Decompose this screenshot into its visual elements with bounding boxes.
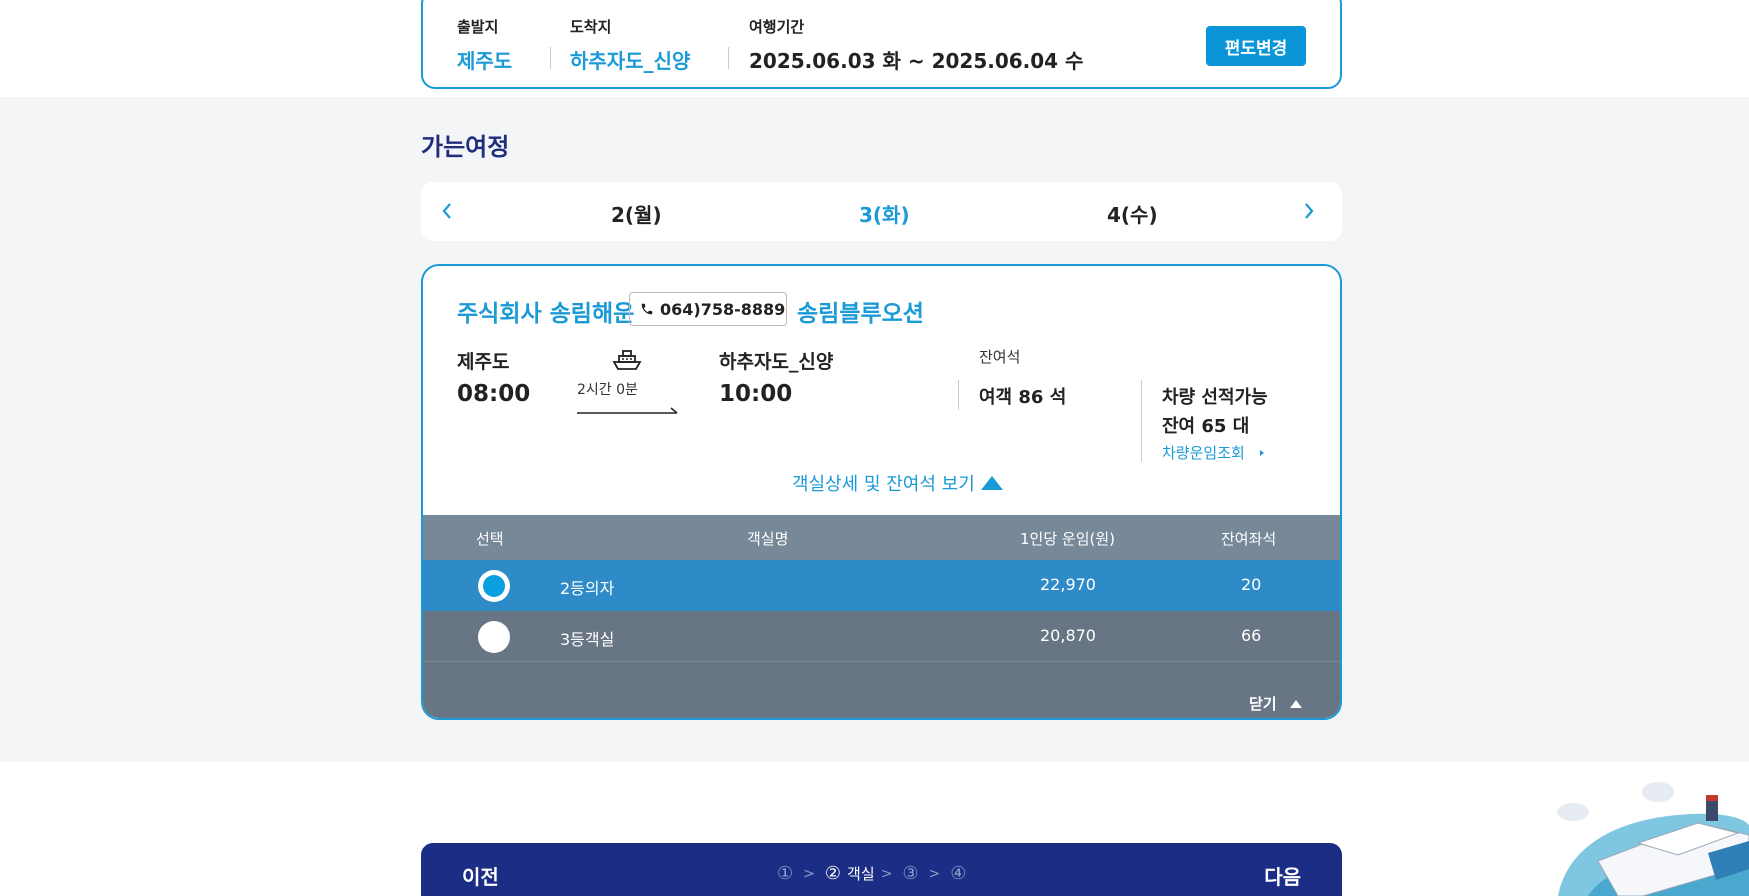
table-header: 선택 객실명 1인당 운임(원) 잔여좌석 [423, 515, 1340, 560]
route-summary-box: 출발지 제주도 도착지 하추자도_신양 여행기간 2025.06.03 화 ~ … [421, 0, 1342, 89]
chevron-right-icon[interactable] [1297, 199, 1321, 223]
step-navigation-bar: 이전 ① > ② 객실 > ③ > ④ 다음 [421, 843, 1342, 896]
vehicle-fare-label: 차량운임조회 [1162, 444, 1245, 462]
divider [1141, 380, 1142, 462]
change-trip-button[interactable]: 편도변경 [1206, 26, 1306, 66]
radio-dot [483, 575, 505, 597]
origin-value: 제주도 [457, 49, 513, 73]
arrival-time: 10:00 [719, 381, 793, 407]
vehicle-fare-link[interactable]: 차량운임조회 [1162, 442, 1266, 463]
step-4: ④ [950, 863, 967, 884]
divider [550, 47, 551, 69]
column-header-fare: 1인당 운임(원) [1020, 530, 1116, 548]
next-button[interactable]: 다음 [1264, 861, 1301, 890]
date-tab-4[interactable]: 4(수) [1107, 199, 1158, 228]
period-label: 여행기간 [749, 18, 805, 36]
cabin-fare: 22,970 [1040, 575, 1096, 594]
period-value: 2025.06.03 화 ~ 2025.06.04 수 [749, 49, 1084, 73]
divider [958, 380, 959, 410]
step-1: ① [777, 863, 794, 884]
prev-button[interactable]: 이전 [462, 861, 499, 890]
departure-port: 제주도 [457, 351, 510, 373]
chevron-right-icon: > [880, 865, 893, 882]
cabin-seats: 20 [1241, 575, 1262, 594]
close-label: 닫기 [1249, 695, 1277, 713]
destination-value: 하추자도_신양 [570, 49, 691, 73]
step-2: ② [824, 863, 842, 884]
column-header-seats: 잔여좌석 [1221, 530, 1277, 548]
origin-label: 출발지 [457, 18, 499, 36]
travel-duration: 2시간 0분 [577, 382, 638, 398]
cabin-name: 2등의자 [560, 579, 615, 598]
company-name: 주식회사 송림해운 [457, 301, 635, 327]
voyage-card: 주식회사 송림해운 064)758-8889 송림블루오션 제주도 08:00 … [421, 264, 1342, 720]
column-header-select: 선택 [476, 530, 504, 548]
cabin-detail-toggle[interactable]: 객실상세 및 잔여석 보기 [792, 470, 1004, 496]
route-arrow-icon [577, 400, 679, 419]
radio-unselected[interactable] [478, 621, 510, 653]
cabin-seats: 66 [1241, 626, 1262, 645]
step-3: ③ [902, 863, 919, 884]
chevron-right-icon: > [803, 865, 815, 882]
divider [728, 47, 729, 69]
remaining-seats-label: 잔여석 [979, 348, 1021, 366]
chevron-left-icon[interactable] [435, 199, 459, 223]
date-tab-2[interactable]: 2(월) [611, 199, 662, 228]
passenger-seats: 여객 86 석 [979, 387, 1067, 408]
date-tab-3[interactable]: 3(화) [859, 199, 910, 228]
cabin-table: 선택 객실명 1인당 운임(원) 잔여좌석 2등의자 22,970 20 3등객… [423, 515, 1340, 718]
destination-label: 도착지 [570, 18, 612, 36]
column-header-cabin: 객실명 [747, 530, 789, 548]
ship-name: 송림블루오션 [797, 301, 924, 327]
caret-right-icon [1259, 450, 1264, 456]
phone-number: 064)758-8889 [660, 299, 786, 319]
destination-field: 도착지 하추자도_신양 [570, 16, 690, 74]
table-row[interactable]: 3등객실 20,870 66 [423, 611, 1340, 662]
section-title: 가는여정 [421, 133, 510, 161]
period-field: 여행기간 2025.06.03 화 ~ 2025.06.04 수 [749, 16, 1083, 74]
radio-selected[interactable] [478, 570, 510, 602]
ship-icon [611, 348, 643, 376]
cabin-name: 3등객실 [560, 630, 615, 649]
triangle-up-icon [1289, 699, 1302, 708]
arrival-port: 하추자도_신양 [719, 351, 834, 373]
triangle-up-icon [980, 476, 1003, 490]
vehicle-loadable: 차량 선적가능 [1162, 387, 1268, 408]
ferry-illustration [1548, 765, 1749, 896]
close-button[interactable]: 닫기 [1249, 693, 1303, 714]
phone-button[interactable]: 064)758-8889 [629, 292, 787, 326]
table-row[interactable]: 2등의자 22,970 20 [423, 560, 1340, 611]
origin-field: 출발지 제주도 [457, 16, 512, 74]
step-indicator: ① > ② 객실 > ③ > ④ [773, 863, 970, 884]
chevron-right-icon: > [928, 865, 941, 882]
cabin-detail-label: 객실상세 및 잔여석 보기 [792, 474, 975, 495]
departure-time: 08:00 [457, 381, 531, 407]
cabin-fare: 20,870 [1040, 626, 1096, 645]
step-2-name: 객실 [847, 865, 875, 883]
vehicle-remaining: 잔여 65 대 [1162, 416, 1250, 437]
phone-icon [641, 303, 653, 315]
date-navigation: 2(월) 3(화) 4(수) [421, 182, 1342, 241]
